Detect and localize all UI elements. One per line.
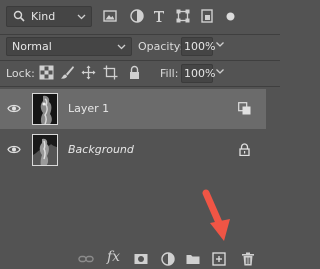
adjustment-filter-icon[interactable] <box>129 8 145 24</box>
blend-mode-select[interactable]: Normal <box>6 37 132 56</box>
chevron-down-icon[interactable] <box>215 39 225 49</box>
type-filter-icon[interactable] <box>151 8 167 24</box>
add-mask-icon[interactable] <box>133 251 149 267</box>
kind-filter-select[interactable]: Kind <box>6 6 92 27</box>
layer-row[interactable]: Background <box>0 130 266 170</box>
adjustment-layer-icon[interactable] <box>160 251 176 267</box>
filter-row: Kind <box>0 0 280 34</box>
blend-mode-value: Normal <box>12 40 52 53</box>
fill-label: Fill: <box>160 67 179 80</box>
layers-panel: Kind Normal Opacity: 100% Lock: Fill: 10… <box>0 0 280 269</box>
layer-thumbnail[interactable] <box>32 134 58 166</box>
lock-row: Lock: Fill: 100% <box>0 61 280 86</box>
layer-name[interactable]: Background <box>68 143 134 156</box>
lock-icon <box>239 143 250 156</box>
new-layer-icon[interactable] <box>211 251 227 267</box>
lock-transparent-pixels-icon[interactable] <box>39 65 54 80</box>
opacity-label: Opacity: <box>138 40 184 53</box>
new-group-icon[interactable] <box>185 251 201 267</box>
eye-icon[interactable] <box>7 144 21 155</box>
opacity-input[interactable]: 100% <box>181 37 215 56</box>
chevron-down-icon <box>117 44 126 50</box>
chevron-down-icon[interactable] <box>215 66 225 76</box>
kind-filter-label: Kind <box>31 10 56 23</box>
smart-object-icon <box>238 102 251 115</box>
image-filter-icon[interactable] <box>102 8 118 24</box>
shape-filter-icon[interactable] <box>175 8 191 24</box>
smart-object-filter-icon[interactable] <box>199 8 215 24</box>
lock-label: Lock: <box>6 67 35 80</box>
layers-scrollbar[interactable] <box>266 87 280 247</box>
blend-row: Normal Opacity: 100% <box>0 34 280 60</box>
fill-input[interactable]: 100% <box>181 64 215 83</box>
annotation-arrow-icon <box>202 189 230 241</box>
lock-artboard-icon[interactable] <box>103 65 118 80</box>
layers-bottom-toolbar: fx <box>0 247 280 269</box>
lock-position-icon[interactable] <box>81 65 96 80</box>
chevron-down-icon <box>77 14 86 20</box>
lock-all-icon[interactable] <box>127 65 142 80</box>
layer-name[interactable]: Layer 1 <box>68 102 109 115</box>
fx-icon[interactable]: fx <box>107 249 120 265</box>
delete-layer-icon[interactable] <box>240 251 256 267</box>
link-layers-icon[interactable] <box>78 251 94 267</box>
lock-image-pixels-icon[interactable] <box>60 65 75 80</box>
layer-row[interactable]: Layer 1 <box>0 89 266 129</box>
filter-icons <box>98 8 268 26</box>
layer-thumbnail[interactable] <box>32 93 58 125</box>
search-icon <box>13 10 25 22</box>
eye-icon[interactable] <box>7 103 21 114</box>
divider <box>0 86 280 87</box>
filter-toggle-icon[interactable] <box>226 12 235 21</box>
